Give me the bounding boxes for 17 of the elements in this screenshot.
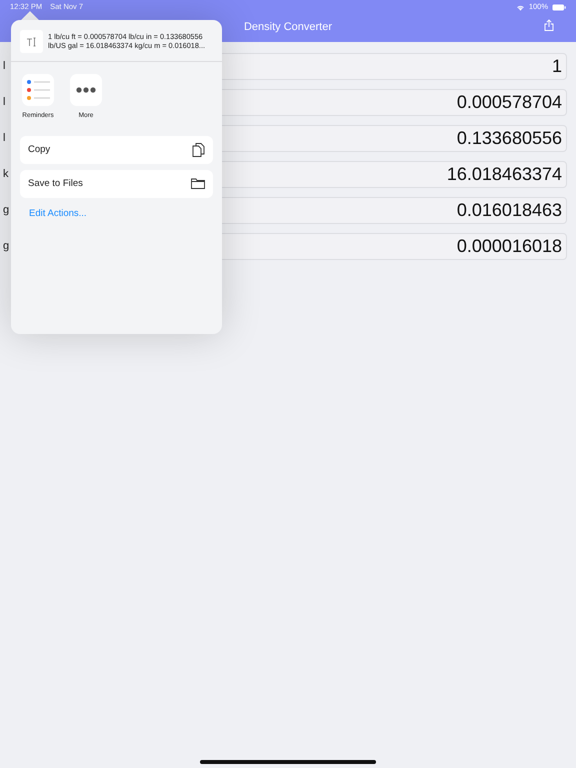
text-document-icon	[20, 30, 43, 53]
unit-label: l	[3, 131, 6, 146]
unit-label: g	[3, 239, 10, 254]
copy-icon	[192, 142, 205, 158]
action-button[interactable]: Save to Files	[20, 170, 213, 198]
nav-title: Density Converter	[244, 20, 332, 35]
unit-label: l	[3, 59, 6, 74]
share-icon[interactable]	[544, 19, 554, 31]
more-icon	[70, 74, 102, 106]
unit-label: g	[3, 203, 10, 218]
unit-label: k	[3, 167, 8, 182]
wifi-icon	[516, 4, 525, 10]
battery-icon	[552, 4, 566, 10]
folder-icon	[191, 178, 205, 190]
reminders-icon	[22, 74, 54, 106]
unit-label: l	[3, 95, 6, 110]
action-button[interactable]: Copy	[20, 136, 213, 164]
